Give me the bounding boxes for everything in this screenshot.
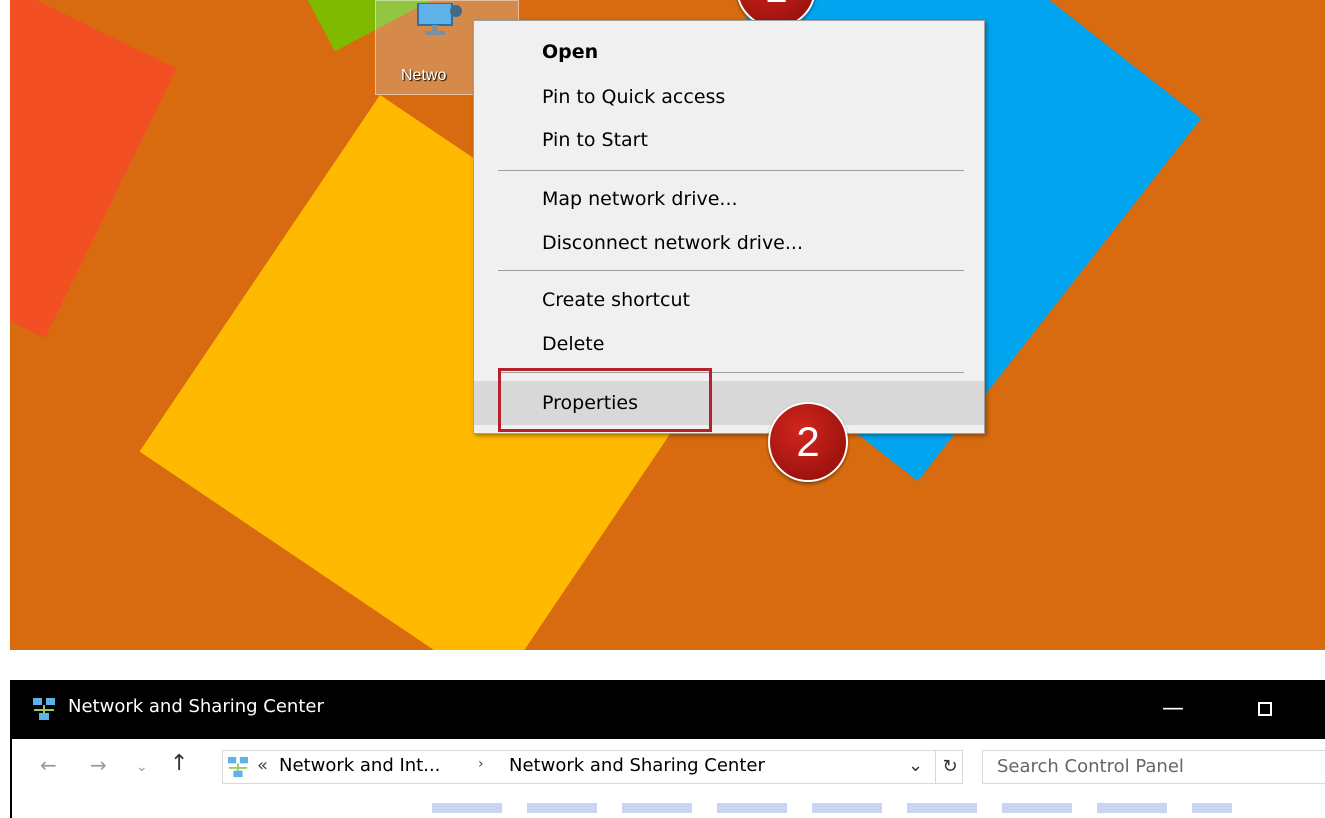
navigation-bar: ← → ⌄ ↑ « Network and Int... › Network a… xyxy=(10,739,1325,793)
refresh-icon[interactable]: ↻ xyxy=(935,751,964,783)
menu-separator xyxy=(498,170,964,171)
breadcrumb-network-sharing-center[interactable]: Network and Sharing Center xyxy=(509,755,765,776)
menu-item-map-network-drive[interactable]: Map network drive... xyxy=(474,181,984,217)
window-title: Network and Sharing Center xyxy=(68,696,324,717)
address-bar[interactable]: « Network and Int... › Network and Shari… xyxy=(222,750,963,784)
window-titlebar: Network and Sharing Center — xyxy=(10,680,1325,739)
network-monitor-icon xyxy=(417,3,462,35)
menu-item-pin-start[interactable]: Pin to Start xyxy=(474,122,984,158)
network-icon-label: Netwo xyxy=(401,67,447,84)
maximize-button[interactable] xyxy=(1246,692,1286,726)
network-address-icon xyxy=(227,756,249,778)
network-sharing-window: Network and Sharing Center — ← → ⌄ ↑ « N… xyxy=(0,680,1325,818)
breadcrumb-network-internet[interactable]: Network and Int... xyxy=(279,755,440,776)
context-menu: Open Pin to Quick access Pin to Start Ma… xyxy=(473,20,985,434)
breadcrumb-separator-icon[interactable]: › xyxy=(478,756,484,772)
breadcrumb-overflow[interactable]: « xyxy=(257,755,268,776)
menu-item-open[interactable]: Open xyxy=(474,34,984,70)
menu-separator xyxy=(498,270,964,271)
wallpaper-red-tile xyxy=(10,0,177,339)
search-input[interactable]: Search Control Panel xyxy=(982,750,1325,784)
cropped-content-text xyxy=(432,803,1232,813)
properties-highlight-box xyxy=(498,368,712,432)
menu-item-disconnect-network-drive[interactable]: Disconnect network drive... xyxy=(474,225,984,261)
menu-item-delete[interactable]: Delete xyxy=(474,326,984,362)
forward-arrow-icon[interactable]: → xyxy=(90,753,107,777)
menu-item-pin-quick-access[interactable]: Pin to Quick access xyxy=(474,79,984,115)
back-arrow-icon[interactable]: ← xyxy=(40,753,57,777)
menu-item-create-shortcut[interactable]: Create shortcut xyxy=(474,282,984,318)
network-window-icon xyxy=(33,698,55,720)
desktop-screenshot: Netwo 1 Open Pin to Quick access Pin to … xyxy=(10,0,1325,650)
address-dropdown-icon[interactable]: ⌄ xyxy=(908,755,923,776)
minimize-button[interactable]: — xyxy=(1153,692,1193,726)
recent-locations-chevron-icon[interactable]: ⌄ xyxy=(136,759,148,775)
window-content-area xyxy=(10,793,1325,818)
up-arrow-icon[interactable]: ↑ xyxy=(170,751,188,776)
maximize-icon xyxy=(1258,702,1272,716)
step-badge-2: 2 xyxy=(768,402,848,482)
